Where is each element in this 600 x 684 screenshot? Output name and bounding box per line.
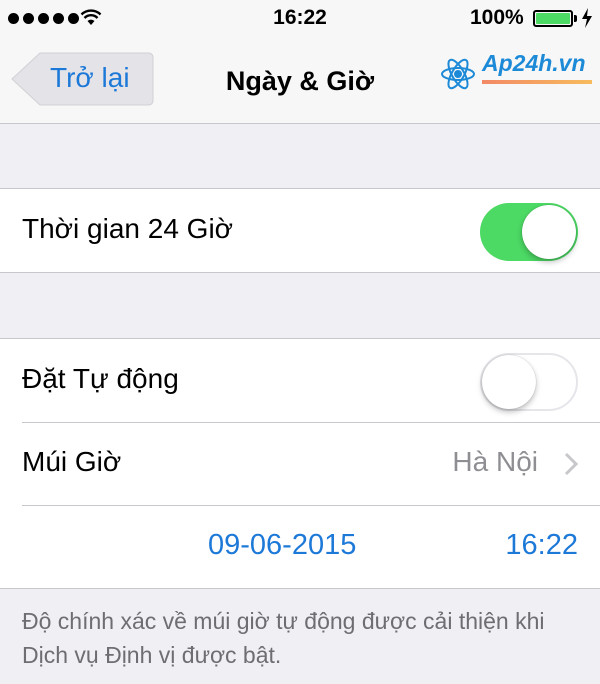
date-value[interactable]: 09-06-2015 <box>208 529 356 562</box>
battery-icon <box>533 10 573 27</box>
time-value[interactable]: 16:22 <box>505 529 578 562</box>
charging-bolt-icon <box>582 8 592 28</box>
logo-text: Ap24h.vn <box>482 50 586 76</box>
toggle-knob <box>522 205 576 259</box>
time-format-section: Thời gian 24 Giờ <box>0 188 600 273</box>
date-time-settings-screen: 16:22 100% Trở lại Ngày & Giờ Ap24h.vn T… <box>0 0 600 684</box>
time-24h-row: Thời gian 24 Giờ <box>0 189 600 272</box>
navigation-bar: Trở lại Ngày & Giờ Ap24h.vn <box>0 36 600 124</box>
chevron-right-icon <box>564 452 578 476</box>
time-24h-label: Thời gian 24 Giờ <box>22 213 234 244</box>
time-zone-value: Hà Nội <box>452 446 538 477</box>
set-automatically-row: Đặt Tự động <box>0 339 600 422</box>
battery-level-fill <box>536 13 570 24</box>
toggle-knob <box>482 355 536 409</box>
time-zone-label: Múi Giờ <box>22 446 122 477</box>
set-automatically-label: Đặt Tự động <box>22 363 179 394</box>
time-24h-toggle[interactable] <box>480 203 578 261</box>
battery-nub <box>574 15 577 22</box>
logo-tagline-mark <box>482 80 592 84</box>
date-time-section: Đặt Tự động Múi Giờ Hà Nội 09-06-2015 16… <box>0 338 600 589</box>
battery-percent: 100% <box>470 6 524 29</box>
status-bar: 16:22 100% <box>0 0 600 36</box>
date-time-row: 09-06-2015 16:22 <box>0 505 600 588</box>
location-accuracy-note: Độ chính xác về múi giờ tự động được cải… <box>22 608 545 668</box>
time-zone-row[interactable]: Múi Giờ Hà Nội <box>0 422 600 505</box>
set-automatically-toggle[interactable] <box>480 353 578 411</box>
